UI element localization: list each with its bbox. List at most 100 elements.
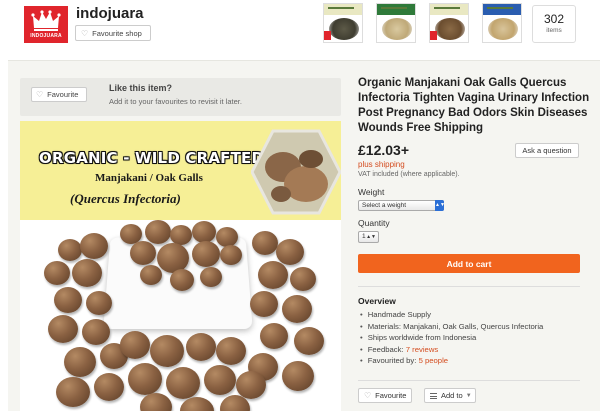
favourite-banner: ♡ Favourite Like this item? Add it to yo… — [20, 78, 341, 116]
oak-gall — [200, 267, 222, 287]
oak-gall — [192, 241, 220, 267]
oak-gall — [290, 267, 316, 291]
oak-gall — [130, 241, 156, 265]
add-to-label: Add to — [441, 391, 463, 400]
shop-header: INDOJUARA indojuara ♡ Favourite shop 302… — [0, 0, 600, 52]
weight-select[interactable]: Select a weight ▲▼ — [358, 200, 445, 211]
oak-gall — [282, 361, 314, 391]
oak-gall — [294, 327, 324, 355]
favourite-banner-subtitle: Add it to your favourites to revisit it … — [109, 97, 242, 106]
favourite-button[interactable]: ♡ Favourite — [358, 388, 412, 403]
bullet-icon: • — [360, 321, 363, 331]
overview-list: • Handmade Supply • Materials: Manjakani, … — [360, 309, 543, 367]
oak-gall — [204, 365, 236, 395]
oak-gall — [80, 233, 108, 259]
favourite-button-label: Favourite — [375, 391, 407, 400]
thumbnail-banner — [377, 4, 415, 15]
weight-label: Weight — [358, 187, 385, 197]
oak-gall — [236, 371, 266, 399]
shop-logo[interactable]: INDOJUARA — [24, 6, 68, 43]
oak-gall — [216, 227, 238, 247]
thumbnail-banner — [430, 4, 468, 15]
thumbnail-flag — [324, 31, 331, 40]
thumbnail-banner — [324, 4, 362, 15]
add-to-cart-button[interactable]: Add to cart — [358, 254, 580, 273]
oak-gall — [86, 291, 112, 315]
bullet-icon: • — [360, 310, 363, 319]
oak-gall — [72, 259, 102, 287]
oak-gall — [140, 265, 162, 285]
oak-gall — [186, 333, 216, 361]
oak-gall — [282, 295, 312, 323]
overview-item: • Ships worldwide from Indonesia — [360, 333, 477, 342]
oak-gall — [44, 261, 70, 285]
shop-name[interactable]: indojuara — [76, 5, 144, 22]
bullet-icon: • — [360, 356, 363, 365]
shop-item-thumbnail[interactable] — [376, 3, 416, 43]
oak-gall — [170, 269, 194, 291]
oak-gall — [48, 315, 78, 343]
bullet-icon: • — [360, 333, 363, 342]
product-image[interactable]: ORGANIC - WILD CRAFTED Manjakani / Oak G… — [20, 121, 341, 411]
heart-icon: ♡ — [81, 28, 89, 38]
thumbnail-product — [488, 18, 518, 40]
oak-gall — [166, 367, 200, 399]
oak-gall — [170, 225, 192, 245]
image-headline: ORGANIC - WILD CRAFTED — [39, 149, 265, 167]
divider — [358, 286, 580, 287]
oak-gall — [140, 393, 172, 411]
oak-gall — [192, 221, 216, 243]
shop-item-thumbnail[interactable] — [323, 3, 363, 43]
oak-gall — [150, 335, 184, 367]
thumbnail-product — [329, 18, 359, 40]
thumbnail-product — [382, 18, 412, 40]
oak-gall — [64, 347, 96, 377]
oak-gall — [250, 291, 278, 317]
overview-item-feedback: • Feedback: 7 reviews — [360, 344, 439, 354]
product-title: Organic Manjakani Oak Galls Quercus Infe… — [358, 77, 590, 134]
overview-heading: Overview — [358, 296, 396, 306]
quantity-select-value: 1 — [362, 233, 366, 240]
shop-item-thumbnail[interactable] — [429, 3, 469, 43]
quantity-label: Quantity — [358, 218, 390, 228]
oak-gall — [128, 363, 162, 395]
thumbnail-flag — [430, 31, 437, 40]
oak-gall — [120, 331, 150, 359]
favourite-item-button[interactable]: ♡ Favourite — [31, 87, 87, 102]
overview-item: • Handmade Supply — [360, 310, 431, 319]
add-to-list-button[interactable]: Add to ▼ — [424, 388, 476, 403]
oak-gall — [276, 239, 304, 265]
image-latin-name: (Quercus Infectoria) — [70, 191, 181, 206]
quantity-select[interactable]: 1 ▲▼ — [358, 231, 379, 243]
oak-gall — [252, 231, 278, 255]
oak-gall — [58, 239, 82, 261]
oak-gall — [220, 245, 242, 265]
bullet-icon: • — [360, 344, 363, 354]
select-arrows-icon: ▲▼ — [435, 200, 445, 211]
oak-gall — [56, 377, 90, 407]
chevron-down-icon: ▼ — [465, 392, 472, 399]
oak-gall — [82, 319, 110, 345]
reviews-link[interactable]: 7 reviews — [406, 345, 438, 354]
oak-gall — [145, 220, 171, 244]
shop-item-thumbnail[interactable] — [482, 3, 522, 43]
favourite-banner-title: Like this item? — [109, 83, 173, 93]
heart-icon: ♡ — [364, 391, 372, 400]
items-count-label: items — [546, 27, 562, 34]
divider — [358, 380, 580, 381]
hexagon-inset-image — [251, 129, 341, 215]
heart-icon: ♡ — [36, 90, 44, 99]
select-arrows-icon: ▲▼ — [366, 234, 376, 240]
oak-gall — [258, 261, 288, 289]
favourited-by-link[interactable]: 5 people — [419, 356, 449, 365]
weight-select-value: Select a weight — [362, 202, 407, 209]
oak-gall — [94, 373, 124, 401]
oak-gall — [216, 337, 246, 365]
favourite-shop-button[interactable]: ♡ Favourite shop — [75, 25, 151, 41]
ask-question-button[interactable]: Ask a question — [515, 143, 579, 158]
oak-gall — [260, 323, 288, 349]
oak-gall — [54, 287, 82, 313]
thumbnail-banner — [483, 4, 521, 15]
vat-note: VAT included (where applicable). — [358, 171, 460, 178]
items-count[interactable]: 302 items — [532, 5, 576, 43]
